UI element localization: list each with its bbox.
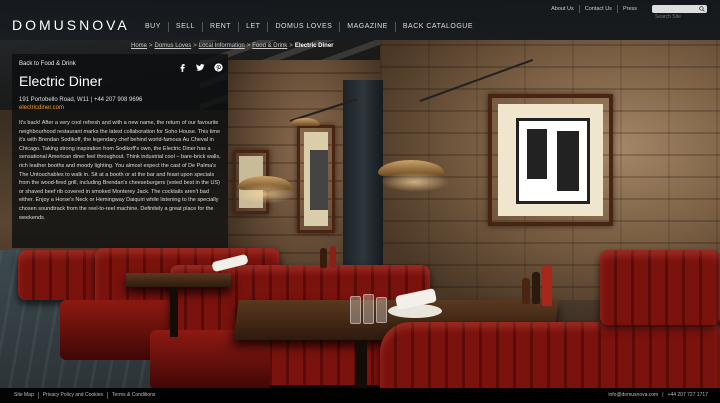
nav-item-back-catalogue[interactable]: BACK CATALOGUE: [394, 22, 480, 32]
water-glass: [350, 296, 361, 324]
footer-site-map[interactable]: Site Map: [14, 392, 38, 399]
nav-item-rent[interactable]: RENT: [202, 22, 238, 32]
venue-description: It's back! After a very cool refresh and…: [19, 120, 221, 221]
pinterest-icon[interactable]: [214, 59, 223, 72]
booth-right: [600, 250, 720, 325]
booth-front: [380, 322, 720, 392]
util-press[interactable]: Press: [616, 5, 642, 13]
site-logo[interactable]: DOMUSNOVA: [12, 17, 130, 33]
breadcrumb-local-information[interactable]: Local Information: [199, 43, 245, 49]
nav-item-domus-loves[interactable]: DOMUS LOVES: [267, 22, 339, 32]
footer-privacy-policy[interactable]: Privacy Policy and Cookies: [37, 392, 107, 399]
search-icon[interactable]: [699, 6, 705, 12]
social-share: [178, 59, 223, 72]
steel-pillar: [343, 80, 383, 270]
search-input[interactable]: [652, 13, 707, 21]
nav-item-sell[interactable]: SELL: [167, 22, 202, 32]
hot-sauce-bottle: [542, 266, 552, 306]
venue-title: Electric Diner: [19, 73, 103, 89]
poster-print: [516, 118, 590, 204]
search-box: [652, 5, 707, 21]
nav-item-let[interactable]: LET: [238, 22, 267, 32]
water-glass: [376, 297, 387, 323]
nav-item-buy[interactable]: BUY: [138, 22, 168, 32]
site-footer: Site Map Privacy Policy and Cookies Term…: [0, 388, 720, 403]
condiment-bottle: [522, 278, 530, 304]
utility-nav: About Us Contact Us Press: [546, 5, 642, 13]
breadcrumb-separator: >: [149, 43, 153, 49]
framed-picture-mid: [297, 125, 335, 233]
breadcrumb-current: Electric Diner: [294, 43, 334, 49]
table-back: [126, 273, 231, 287]
util-contact-us[interactable]: Contact Us: [578, 5, 617, 13]
footer-email-link[interactable]: info@domusnova.com: [608, 392, 658, 398]
footer-separator: |: [662, 392, 664, 398]
nav-item-magazine[interactable]: MAGAZINE: [339, 22, 395, 32]
footer-terms[interactable]: Terms & Conditions: [107, 392, 159, 399]
footer-phone: +44 207 727 1717: [667, 392, 708, 398]
venue-website-link[interactable]: electricdiner.com: [19, 105, 221, 111]
twitter-icon[interactable]: [196, 59, 205, 71]
venue-info-panel: Back to Food & Drink Electric Diner 191 …: [12, 54, 228, 248]
framed-poster-large: [488, 94, 613, 226]
footer-links: Site Map Privacy Policy and Cookies Term…: [14, 392, 159, 399]
breadcrumb: Home > Domus Loves > Local Information > Food …: [131, 43, 334, 49]
breadcrumb-separator: >: [193, 43, 197, 49]
util-about-us[interactable]: About Us: [546, 5, 579, 13]
venue-address: 191 Portobello Road, W11 | +44 207 908 9…: [19, 97, 143, 103]
breadcrumb-home[interactable]: Home: [131, 43, 147, 49]
breadcrumb-food-drink[interactable]: Food & Drink: [252, 43, 287, 49]
water-glass: [363, 294, 374, 324]
footer-contact: info@domusnova.com | +44 207 727 1717: [608, 392, 708, 398]
facebook-icon[interactable]: [178, 59, 187, 72]
breadcrumb-domus-loves[interactable]: Domus Loves: [155, 43, 192, 49]
breadcrumb-separator: >: [289, 43, 293, 49]
main-nav: BUY SELL RENT LET DOMUS LOVES MAGAZINE B…: [138, 22, 480, 32]
site-header: DOMUSNOVA BUY SELL RENT LET DOMUS LOVES …: [0, 0, 720, 40]
